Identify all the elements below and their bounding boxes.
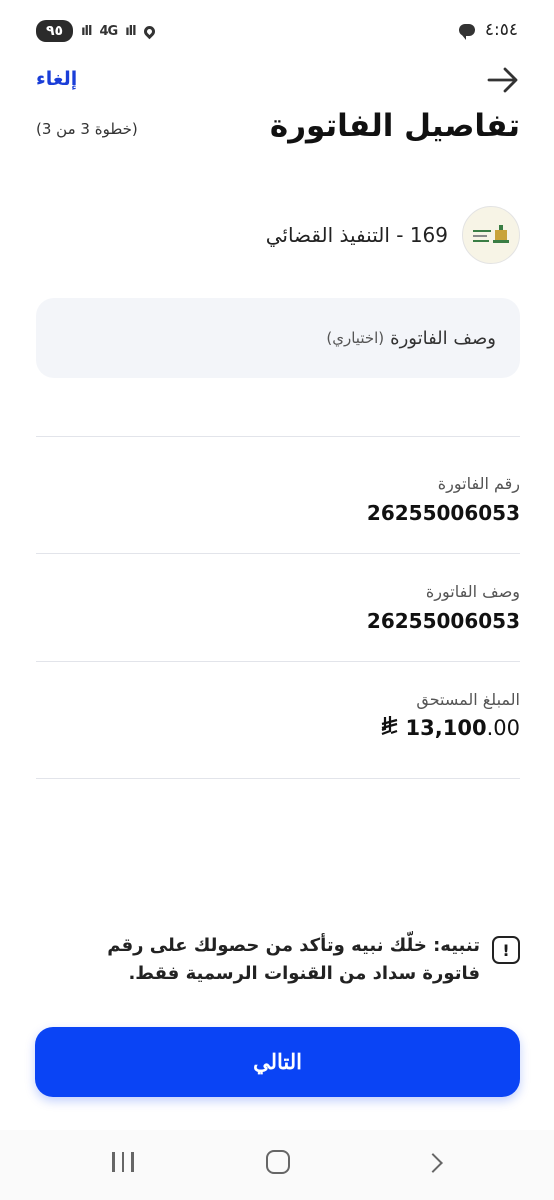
cancel-link[interactable]: إلغاء [36, 68, 77, 90]
amount-due-value: 13,100.00 [380, 715, 520, 740]
amount-due-label: المبلغ المستحق [416, 690, 520, 709]
message-icon [458, 24, 475, 40]
invoice-description-input[interactable]: وصف الفاتورة (اختياري) [36, 298, 520, 378]
back-arrow-icon[interactable] [486, 64, 520, 96]
amount-integer: 13,100 [405, 716, 487, 740]
invoice-description-label: وصف الفاتورة [425, 582, 520, 601]
invoice-description-field: وصف الفاتورة 26255006053 [367, 582, 520, 633]
divider [36, 436, 520, 437]
invoice-number-value: 26255006053 [366, 501, 520, 525]
home-icon[interactable] [266, 1150, 290, 1174]
invoice-number-field: رقم الفاتورة 26255006053 [367, 474, 520, 525]
ministry-of-justice-logo-icon [462, 206, 520, 264]
biller-name: 169 - التنفيذ القضائي [265, 223, 448, 247]
step-indicator: (خطوة 3 من 3) [36, 120, 138, 138]
amount-due-field: المبلغ المستحق 13,100.00 [380, 690, 520, 740]
invoice-description-value: 26255006053 [366, 609, 520, 633]
warning-notice: ! تنبيه: خلّك نبيه وتأكد من حصولك على رق… [50, 932, 520, 988]
warning-text: تنبيه: خلّك نبيه وتأكد من حصولك على رقم … [107, 935, 480, 984]
location-icon [141, 23, 157, 39]
saudi-riyal-icon [381, 716, 397, 735]
system-nav-bar [0, 1130, 554, 1200]
status-time: ٤:٥٤ [484, 20, 518, 40]
amount-decimal: .00 [486, 716, 520, 740]
back-nav-icon[interactable] [423, 1153, 443, 1173]
description-optional-label: (اختياري) [326, 329, 385, 347]
signal-icon: ıll [81, 23, 92, 39]
divider [36, 661, 520, 662]
recent-apps-icon[interactable] [112, 1152, 134, 1172]
invoice-number-label: رقم الفاتورة [437, 474, 520, 493]
alert-icon: ! [492, 936, 520, 964]
page-title: تفاصيل الفاتورة [269, 108, 520, 144]
divider [36, 553, 520, 554]
description-input-label: وصف الفاتورة [390, 327, 496, 349]
header: إلغاء تفاصيل الفاتورة (خطوة 3 من 3) [0, 60, 554, 170]
battery-indicator: ٩٥ [36, 20, 74, 42]
status-bar: ٩٥ ıll 4G ıll ٤:٥٤ [0, 0, 554, 64]
network-type-icon: 4G [99, 23, 118, 39]
next-button[interactable]: التالي [35, 1027, 520, 1097]
divider [36, 778, 520, 779]
biller-row: 169 - التنفيذ القضائي [266, 206, 520, 264]
status-left-group: ٩٥ ıll 4G ıll [36, 20, 157, 42]
signal-icon-2: ıll [125, 23, 136, 39]
status-right-group: ٤:٥٤ [458, 20, 518, 40]
